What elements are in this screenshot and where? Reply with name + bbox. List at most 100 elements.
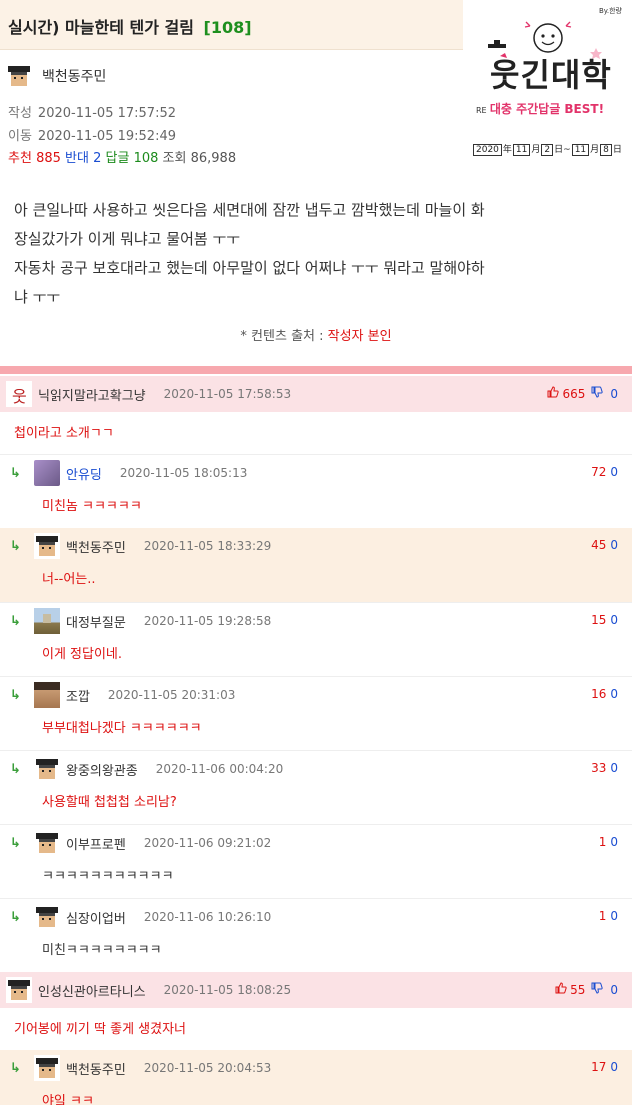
upvote-count[interactable]: 16 — [591, 687, 606, 701]
post-body-line: 자동차 공구 보호대라고 했는데 아무말이 없다 어쩌냐 ㅜㅜ 뭐라고 말해야하 — [14, 259, 485, 277]
view-count: 86,988 — [190, 151, 237, 166]
comment-date: 2020-11-05 18:05:13 — [119, 466, 248, 480]
upvote-count[interactable]: 1 — [599, 835, 607, 849]
downvote-count[interactable]: 0 — [610, 983, 618, 997]
author-avatar[interactable] — [6, 63, 32, 89]
commenter-avatar[interactable] — [34, 1055, 60, 1081]
commenter-avatar[interactable] — [34, 608, 60, 634]
author-name[interactable]: 백천동주민 — [42, 66, 106, 86]
commenter-avatar[interactable] — [34, 460, 60, 486]
moved-date: 이동 2020-11-05 19:52:49 — [8, 125, 176, 144]
comment-header: ↳ 대정부질문 2020-11-05 19:28:58 15 0 — [0, 603, 632, 639]
commenter-avatar[interactable] — [6, 381, 32, 407]
thumb-down-icon[interactable] — [591, 982, 604, 997]
upvote-count[interactable]: 72 — [591, 465, 606, 479]
comment-body: 미친ㅋㅋㅋㅋㅋㅋㅋㅋ — [42, 943, 162, 958]
comment-date: 2020-11-05 20:31:03 — [107, 688, 236, 702]
reply-arrow-icon: ↳ — [10, 613, 21, 629]
reply-count: 108 — [133, 151, 159, 166]
logo-title: 웃긴대학 — [490, 56, 612, 94]
downvote-count[interactable]: 0 — [610, 538, 618, 552]
post-comment-count[interactable]: [108] — [204, 18, 252, 37]
thumb-down-icon[interactable] — [591, 386, 604, 401]
downvote-count[interactable]: 0 — [610, 761, 618, 775]
comment-body: 첩이라고 소개ㄱㄱ — [14, 426, 114, 441]
comment-date: 2020-11-06 09:21:02 — [143, 836, 272, 850]
commenter-avatar[interactable] — [34, 682, 60, 708]
upvote-count[interactable]: 55 — [570, 983, 585, 997]
comment-date: 2020-11-06 00:04:20 — [155, 762, 284, 776]
logo-sub-prefix: RE — [476, 106, 487, 115]
reply-arrow-icon: ↳ — [10, 465, 21, 481]
weekly-best-logo[interactable]: By.한량 웃긴대학 RE 대충 주간답글 BEST! 2020 年 11 月 2 日~ 1… — [470, 4, 628, 164]
reply-comment: ↳ 대정부질문 2020-11-05 19:28:58 15 0 이게 정답이네. — [0, 602, 632, 676]
commenter-nick[interactable]: 인성신관아르타니스 — [38, 981, 146, 1000]
commenter-nick[interactable]: 닉읽지말라고확그냥 — [38, 385, 146, 404]
post-title: 실시간) 마늘한테 텐가 걸림 [108] — [8, 14, 252, 38]
upvote-count[interactable]: 45 — [591, 538, 606, 552]
commenter-nick[interactable]: 안유딩 — [66, 464, 102, 483]
commenter-nick[interactable]: 이부프로펜 — [66, 834, 126, 853]
reply-arrow-icon: ↳ — [10, 909, 21, 925]
comment-votes: 16 0 — [591, 687, 618, 701]
upvote-count[interactable]: 1 — [599, 909, 607, 923]
commenter-avatar[interactable] — [34, 904, 60, 930]
title-bar: 실시간) 마늘한테 텐가 걸림 [108] — [0, 0, 463, 50]
post-stats: 추천 885 반대 2 답글 108 조회 86,988 — [8, 147, 236, 166]
range-end-month: 11 — [571, 144, 590, 156]
comment-header: ↳ 백천동주민 2020-11-05 20:04:53 17 0 — [0, 1050, 632, 1086]
downvote-count[interactable]: 0 — [610, 687, 618, 701]
source-label: * 컨텐츠 출처 : — [240, 329, 324, 344]
comment-votes: 33 0 — [591, 761, 618, 775]
downvote-count[interactable]: 0 — [610, 387, 618, 401]
comment-votes: 17 0 — [591, 1060, 618, 1074]
post-body: 아 큰일나따 사용하고 씻은다음 세면대에 잠깐 냅두고 깜박했는데 마늘이 화… — [14, 196, 620, 312]
commenter-avatar[interactable] — [34, 830, 60, 856]
downvote-count[interactable]: 0 — [610, 613, 618, 627]
downvote-count[interactable]: 0 — [610, 465, 618, 479]
written-date: 작성 2020-11-05 17:57:52 — [8, 102, 176, 121]
comment-votes: 55 0 — [555, 982, 618, 997]
post-title-text: 실시간) 마늘한테 텐가 걸림 — [8, 18, 194, 37]
commenter-nick[interactable]: 심장이업버 — [66, 908, 126, 927]
commenter-avatar[interactable] — [34, 533, 60, 559]
reply-arrow-icon: ↳ — [10, 687, 21, 703]
comment-votes: 10 — [599, 835, 618, 849]
commenter-avatar[interactable] — [6, 977, 32, 1003]
author-row[interactable]: 백천동주민 — [6, 61, 106, 91]
downvote-count[interactable]: 0 — [610, 1060, 618, 1074]
reply-comment: ↳ 이부프로펜 2020-11-06 09:21:02 1 0 ㅋㅋㅋㅋㅋㅋㅋㅋㅋㅋㅋ — [0, 824, 632, 898]
downvote-count[interactable]: 0 — [610, 909, 618, 923]
upvote-count[interactable]: 17 — [591, 1060, 606, 1074]
range-end-month-label: 月 — [590, 145, 600, 155]
thumb-up-icon[interactable] — [547, 386, 560, 401]
commenter-nick[interactable]: 백천동주민 — [66, 1059, 126, 1078]
reply-comment: ↳ 심장이업버 2020-11-06 10:26:10 1 0 미친ㅋㅋㅋㅋㅋㅋㅋㅋ — [0, 898, 632, 972]
written-label: 작성 — [8, 106, 32, 121]
moved-value: 2020-11-05 19:52:49 — [37, 129, 176, 144]
thumb-up-icon[interactable] — [555, 982, 567, 997]
commenter-nick[interactable]: 백천동주민 — [66, 537, 126, 556]
logo-sub-text: 대충 주간답글 BEST! — [489, 102, 605, 116]
commenter-avatar[interactable] — [34, 756, 60, 782]
comment-body: 사용할때 첩첩첩 소리남? — [42, 795, 177, 810]
downvote-count[interactable]: 0 — [610, 835, 618, 849]
range-start-month: 11 — [512, 144, 531, 156]
comment-date: 2020-11-05 19:28:58 — [143, 614, 272, 628]
commenter-nick[interactable]: 조깝 — [66, 686, 90, 705]
comment: 인성신관아르타니스 2020-11-05 18:08:25 55 0 기어봉에 끼기 딱… — [0, 972, 632, 1050]
comments-divider — [0, 366, 632, 374]
commenter-nick[interactable]: 왕중의왕관종 — [66, 760, 138, 779]
upvote-count[interactable]: 15 — [591, 613, 606, 627]
range-start-day-label: 日 — [554, 145, 564, 155]
upvote-count[interactable]: 665 — [562, 387, 585, 401]
commenter-nick[interactable]: 대정부질문 — [66, 612, 126, 631]
upvote-count[interactable]: 33 — [591, 761, 606, 775]
comment-date: 2020-11-05 18:08:25 — [163, 983, 292, 997]
comment-header: ↳ 조깝 2020-11-05 20:31:03 16 0 — [0, 677, 632, 713]
range-sep: ~ — [563, 145, 571, 155]
content-source: * 컨텐츠 출처 : 작성자 본인 — [0, 325, 632, 344]
reply-arrow-icon: ↳ — [10, 835, 21, 851]
reply-comment: ↳ 안유딩 2020-11-05 18:05:13 72 0 미친놈 ㅋㅋㅋㅋㅋ — [0, 454, 632, 528]
comment-body: 이게 정답이네. — [42, 647, 123, 662]
